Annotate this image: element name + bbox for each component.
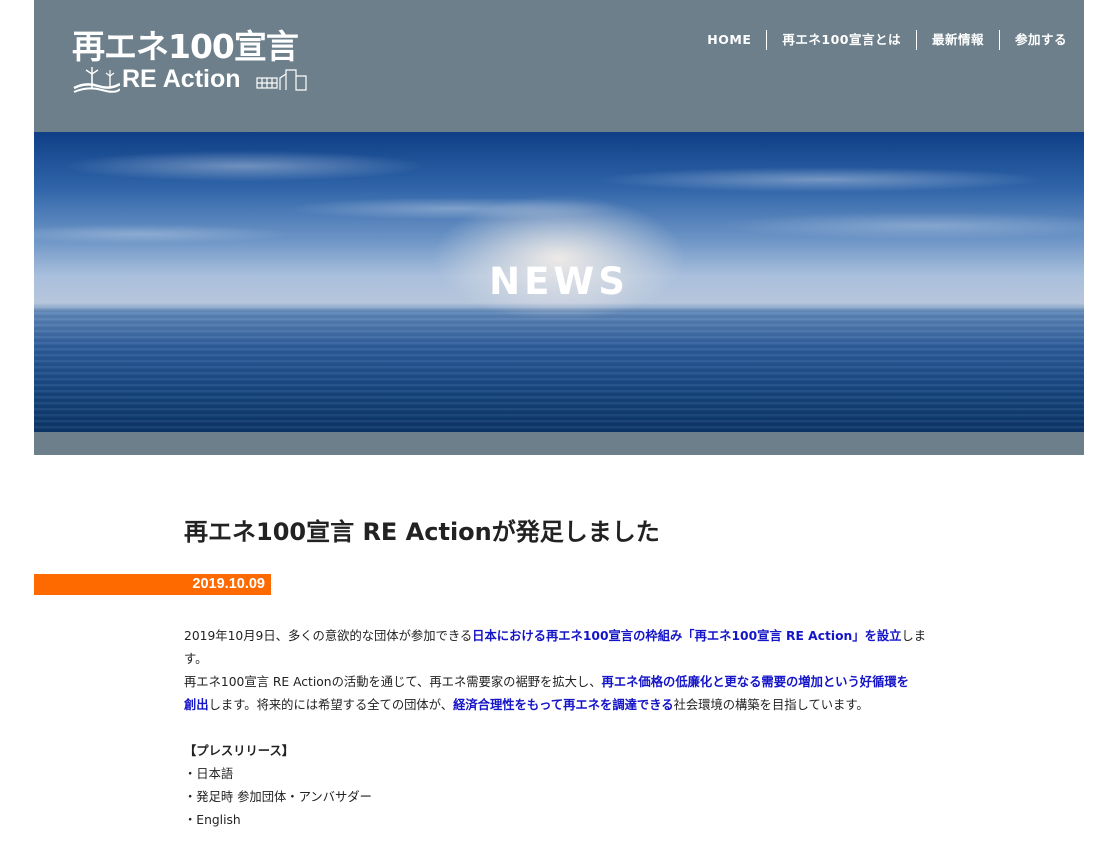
- text: します。将来的には希望する全ての団体が、: [208, 698, 454, 712]
- solar-panel-city-icon: [256, 69, 307, 91]
- main-nav: HOME 再エネ100宣言とは 最新情報 参加する: [692, 30, 1082, 50]
- text: 社会環境の構築を目指しています。: [673, 698, 869, 712]
- text: 再エネ100宣言 RE Actionの活動を通じて、再エネ需要家の裾野を拡大し、: [184, 675, 602, 689]
- article-body: 2019年10月9日、多くの意欲的な団体が参加できる日本における再エネ100宣言…: [184, 625, 934, 832]
- wind-turbine-icon: [73, 67, 120, 93]
- nav-item-news[interactable]: 最新情報: [915, 30, 999, 50]
- nav-item-home[interactable]: HOME: [692, 30, 766, 50]
- logo-subtitle: RE Action: [72, 64, 308, 94]
- highlight-text: 再エネ価格の低廉化と更なる需要の増加という好循環を: [601, 675, 909, 689]
- text: す。: [184, 652, 208, 666]
- text: 2019年10月9日、多くの意欲的な団体が参加できる: [184, 629, 473, 643]
- paragraph-2-line-1: 再エネ100宣言 RE Actionの活動を通じて、再エネ需要家の裾野を拡大し、…: [184, 671, 934, 694]
- text: しま: [901, 629, 927, 643]
- highlight-text: 日本における再エネ100宣言の枠組み「再エネ100宣言 RE Action」を設…: [472, 629, 902, 643]
- article-title: 再エネ100宣言 RE Actionが発足しました: [184, 518, 660, 546]
- press-link-english[interactable]: ・English: [184, 809, 934, 832]
- logo-title-en: RE Action: [122, 65, 241, 93]
- hero-sea: [34, 306, 1084, 432]
- press-link-members[interactable]: ・発足時 参加団体・アンバサダー: [184, 786, 934, 809]
- nav-item-join[interactable]: 参加する: [998, 30, 1082, 50]
- press-heading: 【プレスリリース】: [184, 744, 295, 758]
- paragraph-1-line-1: 2019年10月9日、多くの意欲的な団体が参加できる日本における再エネ100宣言…: [184, 625, 934, 648]
- press-link-japanese[interactable]: ・日本語: [184, 763, 934, 786]
- highlight-text: 創出: [184, 698, 209, 712]
- logo-title-ja: 再エネ100宣言: [72, 27, 299, 66]
- hero-title: NEWS: [489, 260, 629, 303]
- site-header: 再エネ100宣言 RE Action HOME 再エネ100宣言とは 最新情報 …: [34, 0, 1084, 132]
- date-badge: 2019.10.09: [34, 574, 271, 595]
- hero-banner: NEWS: [34, 132, 1084, 432]
- paragraph-1-line-2: す。: [184, 648, 934, 671]
- nav-item-about[interactable]: 再エネ100宣言とは: [766, 30, 916, 50]
- paragraph-2-line-2: 創出します。将来的には希望する全ての団体が、経済合理性をもって再エネを調達できる…: [184, 694, 934, 717]
- article-date: 2019.10.09: [192, 576, 265, 592]
- hero-bottom-band: [34, 432, 1084, 455]
- highlight-text: 経済合理性をもって再エネを調達できる: [453, 698, 674, 712]
- site-logo[interactable]: 再エネ100宣言 RE Action: [72, 28, 308, 94]
